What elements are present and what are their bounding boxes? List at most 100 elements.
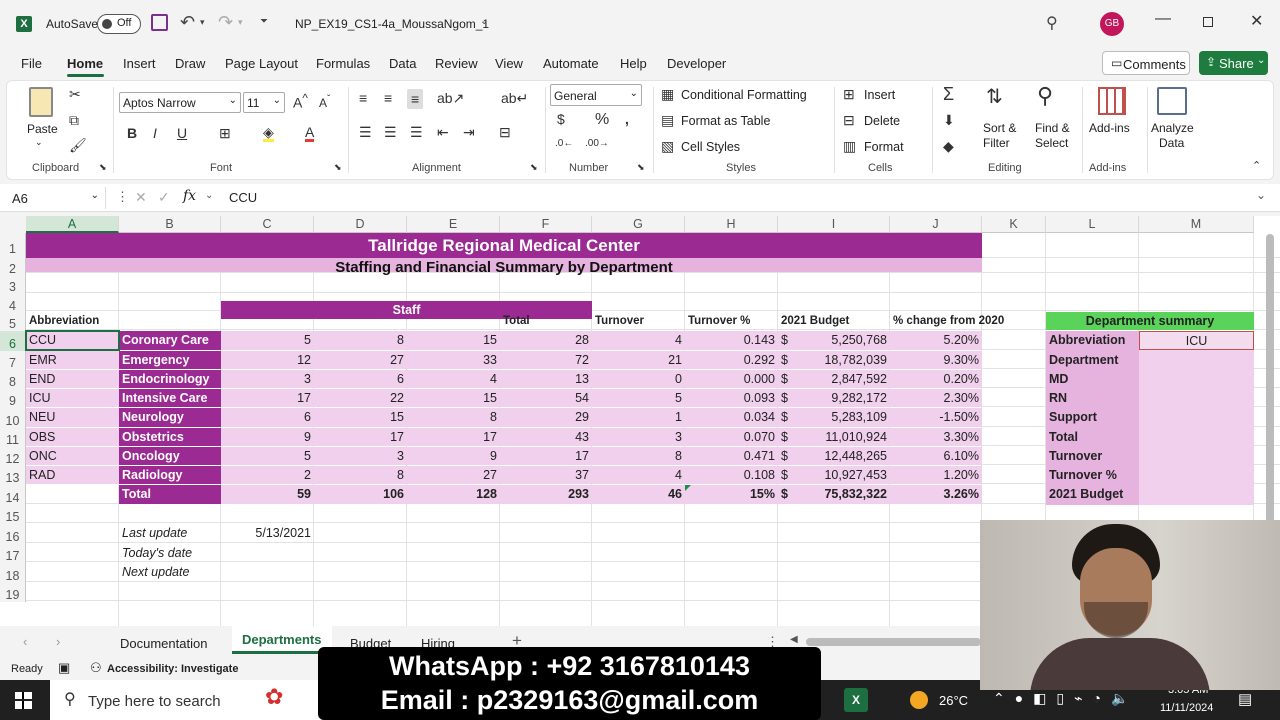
sheet-title[interactable]: Tallridge Regional Medical Center [26, 234, 982, 258]
taskbar-search[interactable]: ⚲ Type here to search ✿ [50, 680, 330, 720]
cell-budget[interactable]: 5,250,768 [795, 331, 890, 350]
cell-md[interactable]: 6 [221, 408, 314, 427]
scroll-left-icon[interactable]: ◀ [790, 634, 798, 645]
row-header-18[interactable]: 18 [0, 563, 26, 583]
menu-insert[interactable]: Insert [123, 56, 156, 71]
cell-turnover[interactable]: 0 [592, 370, 685, 388]
row-header-15[interactable]: 15 [0, 505, 26, 524]
windows-start-icon[interactable] [15, 692, 32, 709]
cell-md[interactable]: 17 [221, 389, 314, 407]
cell-total[interactable]: 13 [500, 370, 592, 388]
cell-change[interactable]: 9.30% [890, 351, 982, 369]
cell-turnover-pct[interactable]: 0.093 [685, 389, 778, 407]
delete-cells-icon[interactable]: ⊟ [843, 113, 855, 127]
cell-turnover[interactable]: 8 [592, 447, 685, 465]
cell-department-name[interactable]: Obstetrics [119, 428, 221, 446]
cell-budget[interactable]: 2,847,592 [795, 370, 890, 388]
cell-turnover[interactable]: 4 [592, 331, 685, 350]
find-select-icon[interactable]: ⚲ [1037, 85, 1053, 107]
percent-icon[interactable]: % [595, 112, 609, 128]
cell-total[interactable]: 54 [500, 389, 592, 407]
row-header-12[interactable]: 12 [0, 447, 26, 466]
menu-review[interactable]: Review [435, 56, 478, 71]
cell-md[interactable]: 59 [221, 485, 314, 504]
cell-md[interactable]: 9 [221, 428, 314, 446]
font-name-select[interactable]: Aptos Narrow ⌄ [119, 92, 241, 113]
header-change[interactable]: % change from 2020 [890, 312, 1005, 330]
cell-budget[interactable]: 5,283,109 [795, 408, 890, 427]
share-button[interactable]: ⇪ Share ⌄ [1199, 51, 1268, 75]
summary-label[interactable]: Turnover [1046, 447, 1139, 466]
cell-department-name[interactable]: Intensive Care [119, 389, 221, 407]
header-budget[interactable]: 2021 Budget [778, 312, 890, 330]
sort-filter-icon[interactable]: ⇅ [986, 87, 1003, 107]
cell-rn[interactable]: 22 [314, 389, 407, 407]
wrap-text-icon[interactable]: ab↵ [501, 91, 528, 105]
cell-turnover[interactable]: 46 [592, 485, 685, 504]
cell-rn[interactable]: 27 [314, 351, 407, 369]
close-icon[interactable]: ✕ [1250, 11, 1263, 31]
conditional-formatting-button[interactable]: Conditional Formatting [681, 88, 807, 102]
cell-abbreviation[interactable]: RAD [26, 466, 119, 484]
column-header-E[interactable]: E [407, 216, 500, 233]
chevron-down-icon[interactable]: ⌄ [35, 137, 43, 148]
increase-indent-icon[interactable]: ⇥ [463, 125, 475, 139]
row-header-3[interactable]: 3 [0, 274, 26, 294]
summary-label[interactable]: Total [1046, 428, 1139, 447]
notifications-icon[interactable]: ▤ [1238, 690, 1252, 708]
column-header-A[interactable]: A [26, 216, 119, 233]
row-header-14[interactable]: 14 [0, 485, 26, 505]
align-center-icon[interactable]: ☰ [384, 125, 397, 139]
cell-rn[interactable]: 106 [314, 485, 407, 504]
minimize-icon[interactable]: — [1155, 10, 1171, 28]
cell-support[interactable]: 4 [407, 370, 500, 388]
cell-support[interactable]: 17 [407, 428, 500, 446]
summary-label[interactable]: RN [1046, 389, 1139, 408]
row-header-6[interactable]: 6 [0, 331, 26, 351]
column-header-G[interactable]: G [592, 216, 685, 233]
tab-documentation[interactable]: Documentation [120, 636, 207, 651]
cell-change[interactable]: 2.30% [890, 389, 982, 407]
sheet-subtitle[interactable]: Staffing and Financial Summary by Depart… [26, 258, 982, 277]
enter-icon[interactable]: ✓ [158, 189, 170, 206]
clock-date[interactable]: 11/11/2024 [1160, 702, 1213, 714]
cell-abbreviation[interactable]: EMR [26, 351, 119, 369]
summary-abbreviation-label[interactable]: Abbreviation [1046, 331, 1139, 350]
row-header-4[interactable]: 4 [0, 294, 26, 312]
row-header-13[interactable]: 13 [0, 466, 26, 485]
temperature[interactable]: 26°C [939, 693, 968, 708]
cell-change[interactable]: 0.20% [890, 370, 982, 388]
cell-total[interactable]: 37 [500, 466, 592, 484]
cell-md[interactable]: 5 [221, 447, 314, 465]
cell-total[interactable]: 28 [500, 331, 592, 350]
menu-developer[interactable]: Developer [667, 56, 726, 71]
font-size-select[interactable]: 11 ⌄ [243, 92, 285, 113]
format-painter-icon[interactable]: 🖌 [69, 138, 87, 152]
cell-department-name[interactable]: Total [119, 485, 221, 504]
accessibility-status[interactable]: Accessibility: Investigate [107, 663, 238, 675]
clear-icon[interactable]: ◆ [943, 139, 954, 153]
cell-budget[interactable]: 10,927,453 [795, 466, 890, 484]
menu-data[interactable]: Data [389, 56, 416, 71]
cell-support[interactable]: 15 [407, 389, 500, 407]
cell-support[interactable]: 33 [407, 351, 500, 369]
scroll-right-icon[interactable]: › [56, 634, 60, 649]
cell-turnover-pct[interactable]: 0.070 [685, 428, 778, 446]
column-header-K[interactable]: K [982, 216, 1046, 233]
addins-button[interactable]: Add-ins [1089, 121, 1130, 135]
menu-draw[interactable]: Draw [175, 56, 205, 71]
insert-function-icon[interactable]: fx [183, 188, 196, 204]
column-header-M[interactable]: M [1139, 216, 1254, 233]
cell-turnover-pct[interactable]: 0.000 [685, 370, 778, 388]
cell-styles-icon[interactable]: ▧ [661, 139, 674, 153]
cell-support[interactable]: 9 [407, 447, 500, 465]
cell-change[interactable]: 3.30% [890, 428, 982, 446]
column-header-L[interactable]: L [1046, 216, 1139, 233]
row-header-5[interactable]: 5 [0, 312, 26, 331]
restore-icon[interactable] [1203, 17, 1213, 27]
column-header-B[interactable]: B [119, 216, 221, 233]
summary-label[interactable]: Turnover % [1046, 466, 1139, 485]
avatar[interactable]: GB [1100, 12, 1124, 36]
analyze-data-button[interactable]: Analyze [1151, 121, 1194, 135]
next-update-label[interactable]: Next update [119, 563, 221, 582]
